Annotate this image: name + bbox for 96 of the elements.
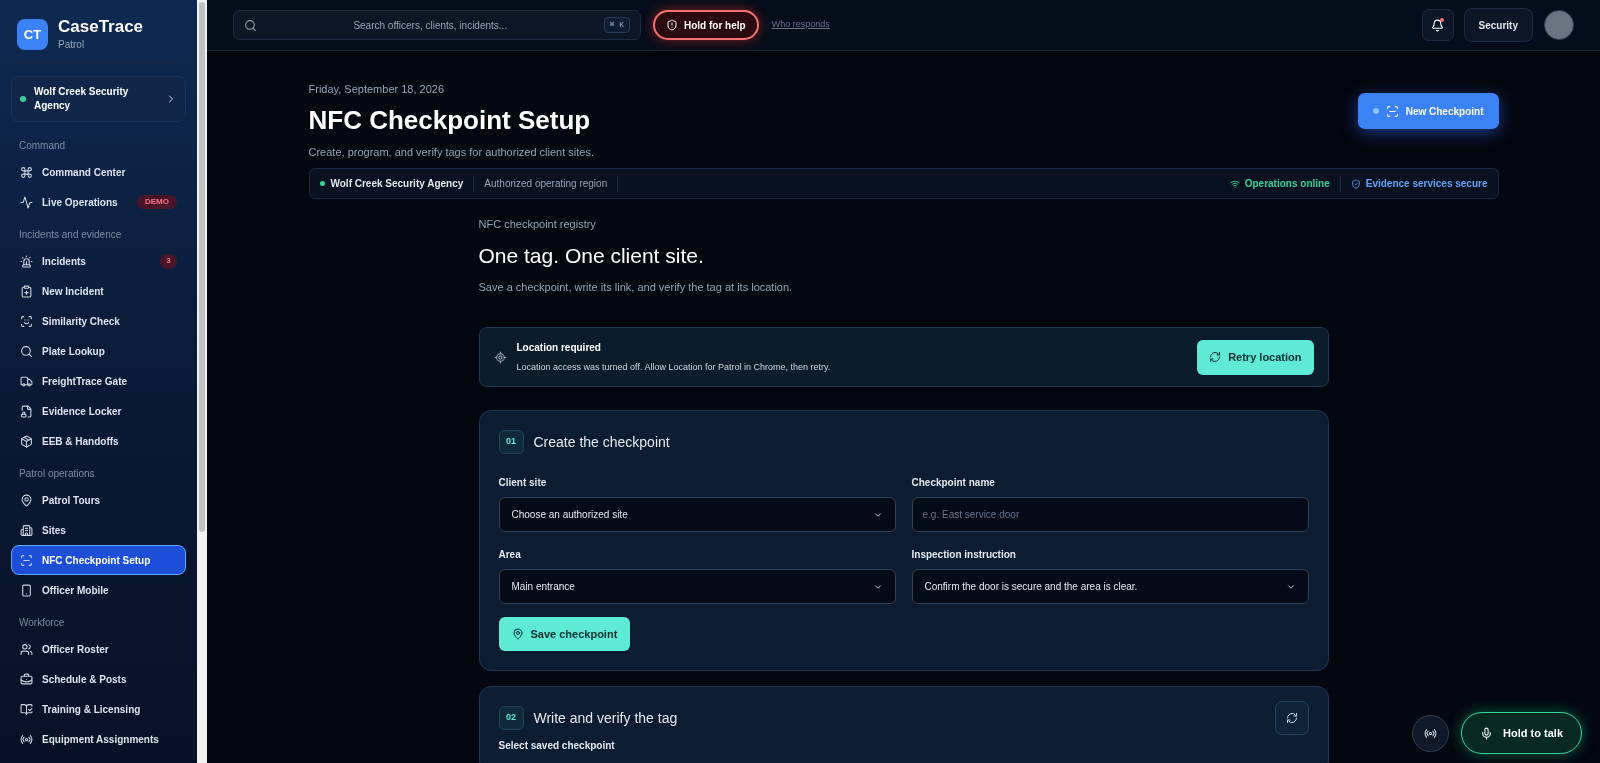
refresh-button[interactable] xyxy=(1274,701,1309,735)
truck-icon xyxy=(20,374,33,388)
users-icon xyxy=(20,642,33,656)
save-checkpoint-button[interactable]: Save checkpoint xyxy=(498,617,631,651)
nav-item[interactable]: EEB & Handoffs xyxy=(11,426,186,456)
page-date: Friday, September 18, 2026 xyxy=(308,82,446,97)
scan-icon xyxy=(20,553,33,567)
help-button[interactable]: Hold for help xyxy=(653,10,759,40)
wifi-icon xyxy=(1229,178,1240,189)
shield-icon xyxy=(666,19,678,31)
nav-item[interactable]: Officer Roster xyxy=(11,634,186,664)
brand-product: Patrol xyxy=(58,38,86,52)
role-button[interactable]: Security xyxy=(1463,8,1533,42)
operations-status: Operations online xyxy=(1244,177,1330,191)
microphone-icon xyxy=(1480,726,1494,740)
nav-item[interactable]: Officer Mobile xyxy=(11,575,186,605)
logo-badge: CT xyxy=(17,19,48,50)
broadcast-icon-button[interactable] xyxy=(1412,714,1450,752)
registry-eyebrow: NFC checkpoint registry xyxy=(478,217,597,232)
registry-description: Save a checkpoint, write its link, and verify the tag at its location. xyxy=(478,279,794,295)
radio-icon xyxy=(1424,726,1438,740)
nav-item[interactable]: Similarity Check xyxy=(11,306,186,336)
shield-check-icon xyxy=(1350,178,1361,189)
step-number: 01 xyxy=(498,430,524,454)
phone-icon xyxy=(20,583,33,597)
file-lock-icon xyxy=(20,404,33,418)
command-icon xyxy=(20,165,33,179)
brand-name: CaseTrace xyxy=(58,17,144,37)
demo-badge: DEMO xyxy=(137,195,177,209)
nav-item[interactable]: Schedule & Posts xyxy=(11,664,186,694)
agency-switcher[interactable]: Wolf Creek Security Agency xyxy=(11,76,186,122)
nav-item[interactable]: New Incident xyxy=(11,276,186,306)
nav-item[interactable]: Incidents 3 xyxy=(11,246,186,276)
hold-to-talk-button[interactable]: Hold to talk xyxy=(1461,712,1582,754)
nav-item[interactable]: Equipment Assignments xyxy=(11,724,186,754)
alert-title: Location required xyxy=(516,340,602,355)
nav-item[interactable]: Live Operations DEMO xyxy=(11,187,186,217)
clipboard-plus-icon xyxy=(20,284,33,298)
bell-icon xyxy=(1431,18,1445,32)
agency-name: Wolf Creek Security Agency xyxy=(330,177,464,191)
face-scan-icon xyxy=(20,314,33,328)
text-input[interactable]: e.g. East service door xyxy=(911,497,1309,532)
alert-message: Location access was turned off. Allow Location for Patrol in Chrome, then retry. xyxy=(516,360,831,374)
refresh-icon xyxy=(1209,351,1222,363)
nav-item[interactable]: Sites xyxy=(11,515,186,545)
select-field[interactable]: Choose an authorized site xyxy=(498,497,896,532)
nav-item[interactable]: FreightTrace Gate xyxy=(11,366,186,396)
nav-item[interactable]: Patrol Tours xyxy=(11,485,186,515)
step-title: Create the checkpoint xyxy=(533,432,670,452)
map-pin-icon xyxy=(511,628,524,640)
building-icon xyxy=(20,523,33,537)
avatar[interactable] xyxy=(1544,10,1574,40)
page-subtitle: Create, program, and verify tags for authorized client sites. xyxy=(308,144,595,160)
field-label: Inspection instruction xyxy=(911,548,1017,562)
scan-icon xyxy=(1385,104,1399,118)
help-link[interactable]: Who responds xyxy=(771,18,830,32)
search-placeholder: Search officers, clients, incidents... xyxy=(352,18,509,33)
map-pin-icon xyxy=(20,493,33,507)
search-icon xyxy=(244,18,257,32)
field-label: Checkpoint name xyxy=(911,476,996,490)
nav-section-label: Incidents and evidence xyxy=(18,228,123,242)
nav-section-label: Workforce xyxy=(18,616,66,630)
search-field[interactable]: Search officers, clients, incidents... ⌘ K xyxy=(233,10,641,40)
book-check-icon xyxy=(20,702,33,716)
nav-section-label: Patrol operations xyxy=(18,467,96,481)
field-label: Client site xyxy=(498,476,548,490)
retry-location-button[interactable]: Retry location xyxy=(1197,339,1314,375)
shortcut-key: ⌘ K xyxy=(603,17,630,33)
refresh-icon xyxy=(1285,712,1298,724)
select-field[interactable]: Main entrance xyxy=(498,569,896,604)
region-label: Authorized operating region xyxy=(484,177,608,191)
count-badge: 3 xyxy=(160,253,177,269)
select-field[interactable]: Confirm the door is secure and the area is clear. xyxy=(911,569,1309,604)
briefcase-icon xyxy=(20,672,33,686)
nav-section-label: Command xyxy=(18,139,67,153)
page-title: NFC Checkpoint Setup xyxy=(308,103,592,136)
search-icon xyxy=(20,344,33,358)
package-icon xyxy=(20,434,33,448)
radio-icon xyxy=(20,732,33,746)
field-label: Area xyxy=(498,548,522,562)
pulse-icon xyxy=(20,195,33,209)
nav-item[interactable]: Plate Lookup xyxy=(11,336,186,366)
nav-item[interactable]: NFC Checkpoint Setup xyxy=(11,545,186,575)
field-label: Select saved checkpoint xyxy=(498,739,616,753)
step-title: Write and verify the tag xyxy=(533,708,678,728)
evidence-status: Evidence services secure xyxy=(1365,177,1488,191)
scrollbar[interactable] xyxy=(197,0,207,763)
new-checkpoint-button[interactable]: New Checkpoint xyxy=(1357,93,1499,129)
location-icon xyxy=(493,350,507,364)
nav-item[interactable]: Evidence Locker xyxy=(11,396,186,426)
registry-heading: One tag. One client site. xyxy=(478,242,705,269)
notifications-button[interactable] xyxy=(1421,9,1454,41)
nav-item[interactable]: Command Center xyxy=(11,157,186,187)
siren-icon xyxy=(20,254,33,268)
step-number: 02 xyxy=(498,706,524,730)
nav-item[interactable]: Training & Licensing xyxy=(11,694,186,724)
